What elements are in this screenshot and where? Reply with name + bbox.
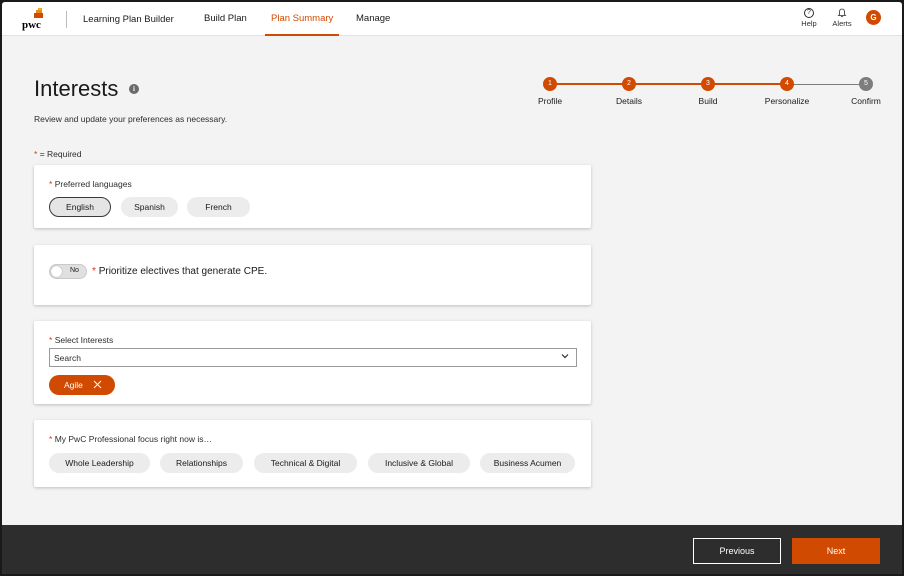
stepper-line-complete [549, 83, 786, 85]
toggle-knob [51, 266, 62, 277]
required-star: * [49, 179, 53, 189]
cpe-toggle[interactable]: No [49, 264, 87, 279]
top-header: pwc Learning Plan Builder Build Plan Pla… [2, 2, 902, 36]
alerts-label: Alerts [832, 19, 852, 28]
required-star: * [49, 335, 53, 345]
interests-search-dropdown[interactable]: Search [49, 348, 577, 367]
user-avatar[interactable]: G [866, 10, 881, 25]
logo-text: pwc [22, 19, 41, 31]
close-icon[interactable] [93, 380, 102, 389]
languages-label-text: Preferred languages [54, 179, 132, 189]
progress-stepper: 1 2 3 4 5 Profile Details Build Personal… [522, 75, 902, 115]
focus-label-text: My PwC Professional focus right now is… [54, 434, 212, 444]
help-icon: ? [804, 8, 814, 18]
step-2-dot[interactable]: 2 [622, 77, 636, 91]
focus-label: * My PwC Professional focus right now is… [49, 434, 212, 444]
focus-whole-leadership-chip[interactable]: Whole Leadership [49, 453, 150, 473]
step-4-label: Personalize [764, 96, 810, 106]
page-subtitle: Review and update your preferences as ne… [34, 114, 228, 124]
step-3-dot[interactable]: 3 [701, 77, 715, 91]
app-title: Learning Plan Builder [83, 14, 174, 25]
step-5-dot[interactable]: 5 [859, 77, 873, 91]
step-1-label: Profile [537, 96, 563, 106]
cpe-label: * Prioritize electives that generate CPE… [92, 266, 267, 277]
cpe-card: No * Prioritize electives that generate … [34, 245, 591, 305]
required-note-text: = Required [39, 149, 82, 159]
tab-manage[interactable]: Manage [356, 13, 390, 36]
language-english-chip[interactable]: English [49, 197, 111, 217]
app-window: pwc Learning Plan Builder Build Plan Pla… [2, 2, 902, 574]
focus-relationships-chip[interactable]: Relationships [160, 453, 243, 473]
interests-card: * Select Interests Search Agile [34, 321, 591, 404]
footer-bar: Previous Next [2, 525, 902, 574]
focus-card: * My PwC Professional focus right now is… [34, 420, 591, 487]
interest-tag-agile: Agile [49, 375, 115, 395]
info-icon[interactable]: i [129, 84, 139, 94]
focus-technical-digital-chip[interactable]: Technical & Digital [254, 453, 357, 473]
languages-label: * Preferred languages [49, 179, 132, 189]
header-divider [66, 11, 67, 28]
step-5-label: Confirm [851, 96, 881, 106]
step-3-label: Build [698, 96, 718, 106]
help-button[interactable]: ? Help [799, 8, 819, 28]
languages-card: * Preferred languages English Spanish Fr… [34, 165, 591, 228]
required-star: * [92, 266, 96, 277]
page-title: Interests [34, 76, 119, 101]
tab-build-plan[interactable]: Build Plan [204, 13, 247, 36]
search-input-text: Search [54, 353, 81, 363]
bell-icon [837, 8, 847, 18]
pwc-logo-mark-icon [34, 8, 46, 18]
interest-tag-label: Agile [64, 380, 83, 390]
stepper-line-incomplete [786, 84, 865, 85]
tab-plan-summary[interactable]: Plan Summary [265, 13, 340, 36]
previous-button[interactable]: Previous [693, 538, 781, 564]
chevron-down-icon [561, 354, 569, 359]
interests-label: * Select Interests [49, 335, 113, 345]
pwc-logo[interactable]: pwc [22, 8, 48, 32]
required-note: * = Required [34, 149, 82, 159]
language-spanish-chip[interactable]: Spanish [121, 197, 178, 217]
focus-business-acumen-chip[interactable]: Business Acumen [480, 453, 575, 473]
required-star: * [49, 434, 53, 444]
step-2-label: Details [616, 96, 642, 106]
next-button[interactable]: Next [792, 538, 880, 564]
step-1-dot[interactable]: 1 [543, 77, 557, 91]
cpe-label-text: Prioritize electives that generate CPE. [98, 266, 268, 277]
language-french-chip[interactable]: French [187, 197, 250, 217]
help-label: Help [801, 19, 817, 28]
alerts-button[interactable]: Alerts [830, 8, 854, 28]
step-4-dot[interactable]: 4 [780, 77, 794, 91]
required-star: * [34, 149, 38, 159]
toggle-value: No [70, 267, 79, 274]
interests-label-text: Select Interests [54, 335, 114, 345]
focus-inclusive-global-chip[interactable]: Inclusive & Global [368, 453, 470, 473]
